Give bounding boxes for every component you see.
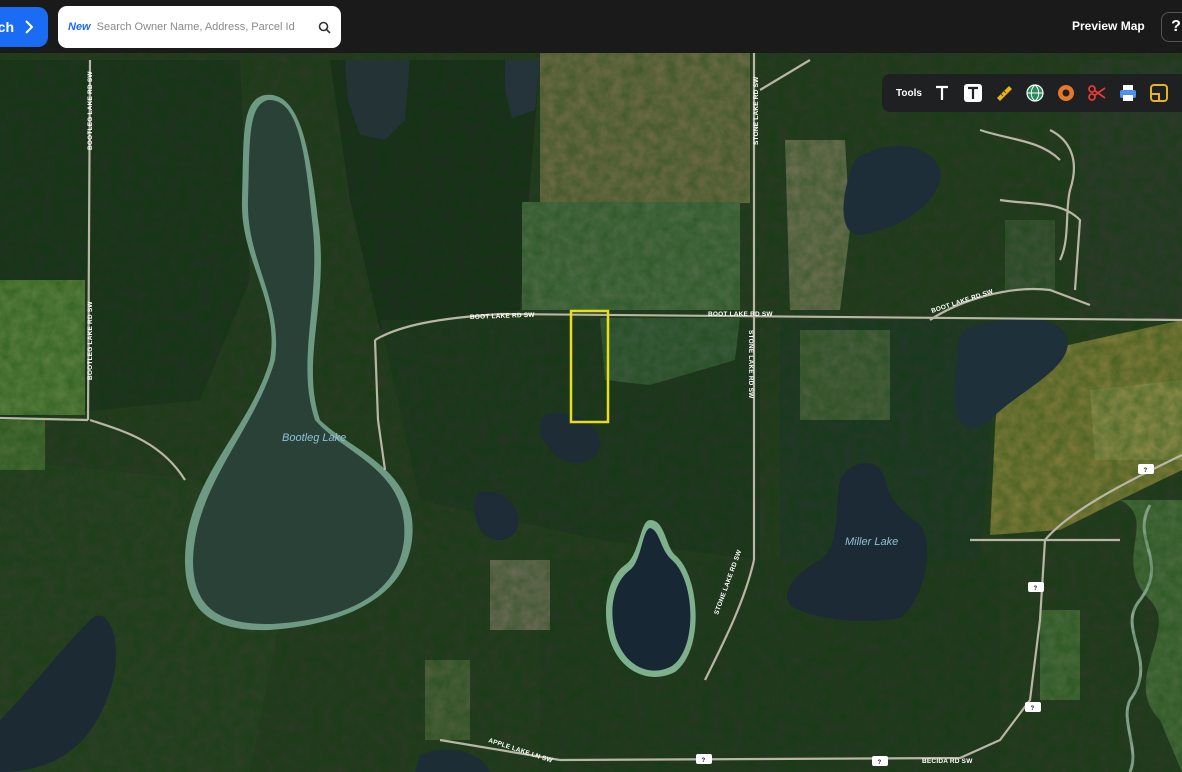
print-icon[interactable] xyxy=(1118,83,1138,103)
text-box-tool-icon[interactable] xyxy=(963,83,983,103)
shield-label: ? xyxy=(1034,586,1038,592)
terrain-texture xyxy=(0,53,1182,772)
route-shield: ? xyxy=(696,754,712,764)
shield-label: ? xyxy=(878,760,882,766)
road-label: BOOTLEG LAKE RD SW xyxy=(87,301,94,380)
globe-tool-icon[interactable] xyxy=(1025,83,1045,103)
scissors-icon[interactable] xyxy=(1087,83,1107,103)
road-label: STONE LAKE RD SW xyxy=(753,76,760,145)
search-button[interactable]: ch xyxy=(0,7,48,47)
top-bar: ch New Preview Map ? xyxy=(0,0,1182,53)
chevron-right-icon xyxy=(25,20,34,34)
preview-map-button[interactable]: Preview Map xyxy=(1062,12,1155,40)
road-label: BECIDA RD SW xyxy=(922,758,973,765)
help-button[interactable]: ? xyxy=(1161,12,1182,42)
road-label: BOOT LAKE RD SW xyxy=(708,311,773,318)
route-shield: ? xyxy=(1025,702,1041,712)
shield-label: ? xyxy=(702,758,706,764)
lake xyxy=(505,60,540,118)
shield-label: ? xyxy=(1144,468,1148,474)
search-button-label: ch xyxy=(0,19,14,35)
route-shield: ? xyxy=(872,756,888,766)
shield-label: ? xyxy=(1031,706,1035,712)
route-shield: ? xyxy=(1138,464,1154,474)
text-tool-icon[interactable] xyxy=(932,83,952,103)
buffer-tool-icon[interactable] xyxy=(1056,83,1076,103)
search-input[interactable] xyxy=(94,20,318,34)
layers-icon[interactable] xyxy=(1149,83,1169,103)
road-label: STONE LAKE RD SW xyxy=(747,330,754,399)
route-shield: ? xyxy=(1028,582,1044,592)
tools-toolbar: Tools xyxy=(882,74,1182,112)
tools-label: Tools xyxy=(896,87,922,99)
lake-label: Bootleg Lake xyxy=(282,432,346,444)
measure-tool-icon[interactable] xyxy=(994,83,1014,103)
road-label: BOOTLEG LAKE RD SW xyxy=(87,71,94,150)
new-badge: New xyxy=(68,21,91,33)
search-icon[interactable] xyxy=(318,21,331,34)
satellite-map[interactable]: BOOTLEG LAKE RD SW BOOTLEG LAKE RD SW ST… xyxy=(0,53,1182,772)
search-box[interactable]: New xyxy=(58,6,341,48)
lake-label: Miller Lake xyxy=(845,536,898,548)
